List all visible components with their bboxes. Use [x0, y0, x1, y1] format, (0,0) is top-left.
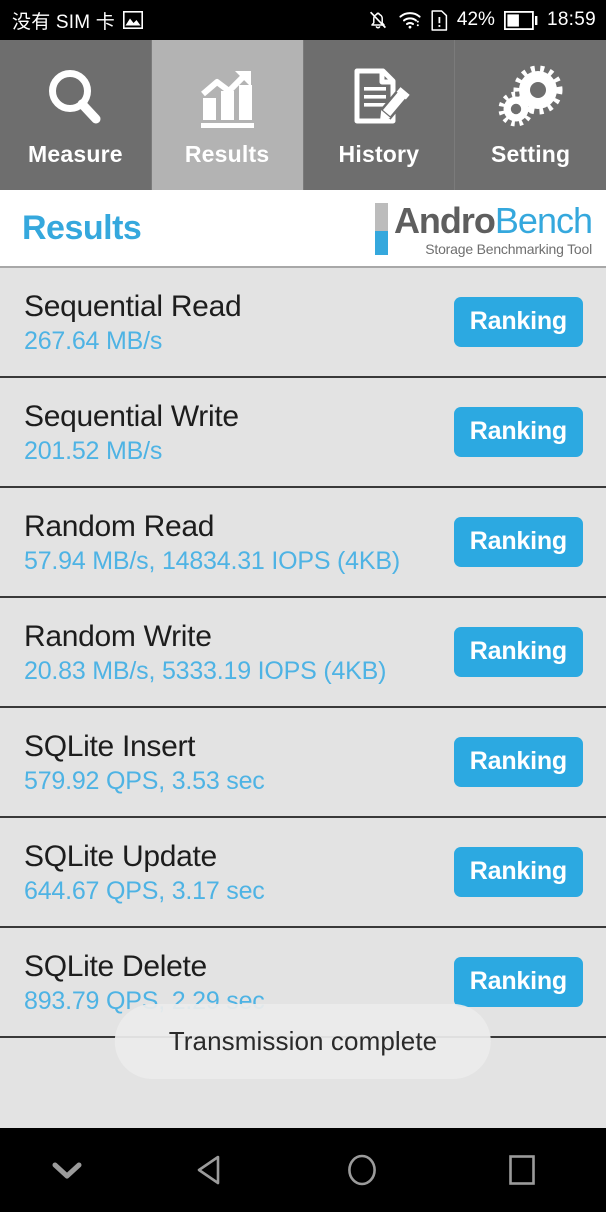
- toast-message: Transmission complete: [114, 1004, 492, 1079]
- logo-bar-icon: [374, 203, 388, 255]
- table-row[interactable]: Random Read 57.94 MB/s, 14834.31 IOPS (4…: [0, 488, 606, 598]
- navigation-bar: [0, 1128, 606, 1212]
- result-name: Sequential Read: [24, 289, 242, 323]
- logo-andro: Andro: [393, 200, 496, 241]
- clock-label: 18:59: [546, 9, 596, 30]
- result-value: 57.94 MB/s, 14834.31 IOPS (4KB): [24, 546, 400, 575]
- ranking-button[interactable]: Ranking: [453, 957, 583, 1007]
- square-recents-icon: [507, 1153, 537, 1187]
- tab-history-label: History: [338, 140, 420, 167]
- result-name: SQLite Update: [24, 839, 217, 873]
- result-value: 201.52 MB/s: [24, 436, 163, 465]
- row-texts: Random Read 57.94 MB/s, 14834.31 IOPS (4…: [24, 510, 400, 575]
- battery-percent-label: 42%: [456, 9, 495, 30]
- logo-text: AndroBench Storage Benchmarking Tool: [393, 200, 593, 258]
- bar-chart-arrow-icon: [191, 63, 263, 135]
- app-header: Results AndroBench Storage Benchmarking …: [0, 190, 606, 268]
- status-bar-left: 没有 SIM 卡: [12, 7, 143, 34]
- circle-home-icon: [345, 1152, 379, 1188]
- table-row[interactable]: SQLite Update 644.67 QPS, 3.17 sec Ranki…: [0, 818, 606, 928]
- ranking-button[interactable]: Ranking: [453, 407, 583, 457]
- wifi-icon: [398, 10, 422, 30]
- home-button[interactable]: [286, 1128, 438, 1212]
- ranking-button[interactable]: Ranking: [453, 627, 583, 677]
- result-name: Sequential Write: [24, 399, 239, 433]
- carrier-label: 没有 SIM 卡: [12, 11, 115, 33]
- page-title: Results: [22, 208, 142, 247]
- result-name: SQLite Insert: [24, 729, 196, 763]
- tab-setting[interactable]: Setting: [455, 40, 606, 190]
- triangle-back-icon: [195, 1154, 225, 1186]
- result-value: 579.92 QPS, 3.53 sec: [24, 766, 265, 795]
- status-bar: 没有 SIM 卡 42% 18:59: [0, 0, 606, 40]
- battery-icon: [503, 10, 538, 30]
- tab-bar: Measure Results History Setting: [0, 40, 606, 190]
- table-row[interactable]: SQLite Insert 579.92 QPS, 3.53 sec Ranki…: [0, 708, 606, 818]
- hide-keyboard-button[interactable]: [0, 1128, 134, 1212]
- tab-results-label: Results: [184, 140, 270, 167]
- tab-history[interactable]: History: [303, 40, 456, 190]
- tab-measure-label: Measure: [28, 140, 123, 167]
- back-button[interactable]: [134, 1128, 286, 1212]
- logo-bench: Bench: [494, 200, 593, 241]
- tab-setting-label: Setting: [490, 140, 571, 167]
- notifications-off-icon: [367, 9, 389, 31]
- result-value: 644.67 QPS, 3.17 sec: [24, 876, 265, 905]
- table-row[interactable]: Random Write 20.83 MB/s, 5333.19 IOPS (4…: [0, 598, 606, 708]
- app-root: 没有 SIM 卡 42% 18:59 Measure Results Histo…: [0, 0, 606, 1212]
- result-value: 267.64 MB/s: [24, 326, 163, 355]
- tab-results[interactable]: Results: [151, 40, 304, 190]
- table-row[interactable]: Sequential Read 267.64 MB/s Ranking: [0, 268, 606, 378]
- result-name: Random Read: [24, 509, 215, 543]
- androbench-logo: AndroBench Storage Benchmarking Tool: [374, 199, 593, 258]
- logo-tagline: Storage Benchmarking Tool: [425, 241, 592, 257]
- image-icon: [122, 11, 143, 29]
- logo-wordmark: AndroBench: [393, 200, 593, 241]
- ranking-button[interactable]: Ranking: [453, 517, 583, 567]
- ranking-button[interactable]: Ranking: [453, 737, 583, 787]
- row-texts: Sequential Read 267.64 MB/s: [24, 289, 242, 355]
- ranking-button[interactable]: Ranking: [453, 847, 583, 897]
- result-value: 20.83 MB/s, 5333.19 IOPS (4KB): [24, 656, 387, 685]
- row-texts: SQLite Insert 579.92 QPS, 3.53 sec: [24, 730, 265, 795]
- ranking-button[interactable]: Ranking: [453, 297, 583, 347]
- results-list: Sequential Read 267.64 MB/s Ranking Sequ…: [0, 268, 606, 1038]
- chevron-down-icon: [50, 1158, 84, 1182]
- recents-button[interactable]: [438, 1128, 606, 1212]
- status-bar-right: 42% 18:59: [367, 9, 596, 31]
- result-name: Random Write: [24, 619, 212, 653]
- warning-document-icon: [431, 9, 448, 31]
- table-row[interactable]: Sequential Write 201.52 MB/s Ranking: [0, 378, 606, 488]
- row-texts: Sequential Write 201.52 MB/s: [24, 400, 239, 465]
- result-name: SQLite Delete: [24, 949, 207, 983]
- tab-measure[interactable]: Measure: [0, 40, 152, 190]
- magnifier-icon: [39, 63, 111, 135]
- row-texts: Random Write 20.83 MB/s, 5333.19 IOPS (4…: [24, 620, 386, 685]
- row-texts: SQLite Update 644.67 QPS, 3.17 sec: [24, 840, 265, 905]
- document-pencil-icon: [343, 63, 415, 135]
- gears-icon: [495, 63, 567, 135]
